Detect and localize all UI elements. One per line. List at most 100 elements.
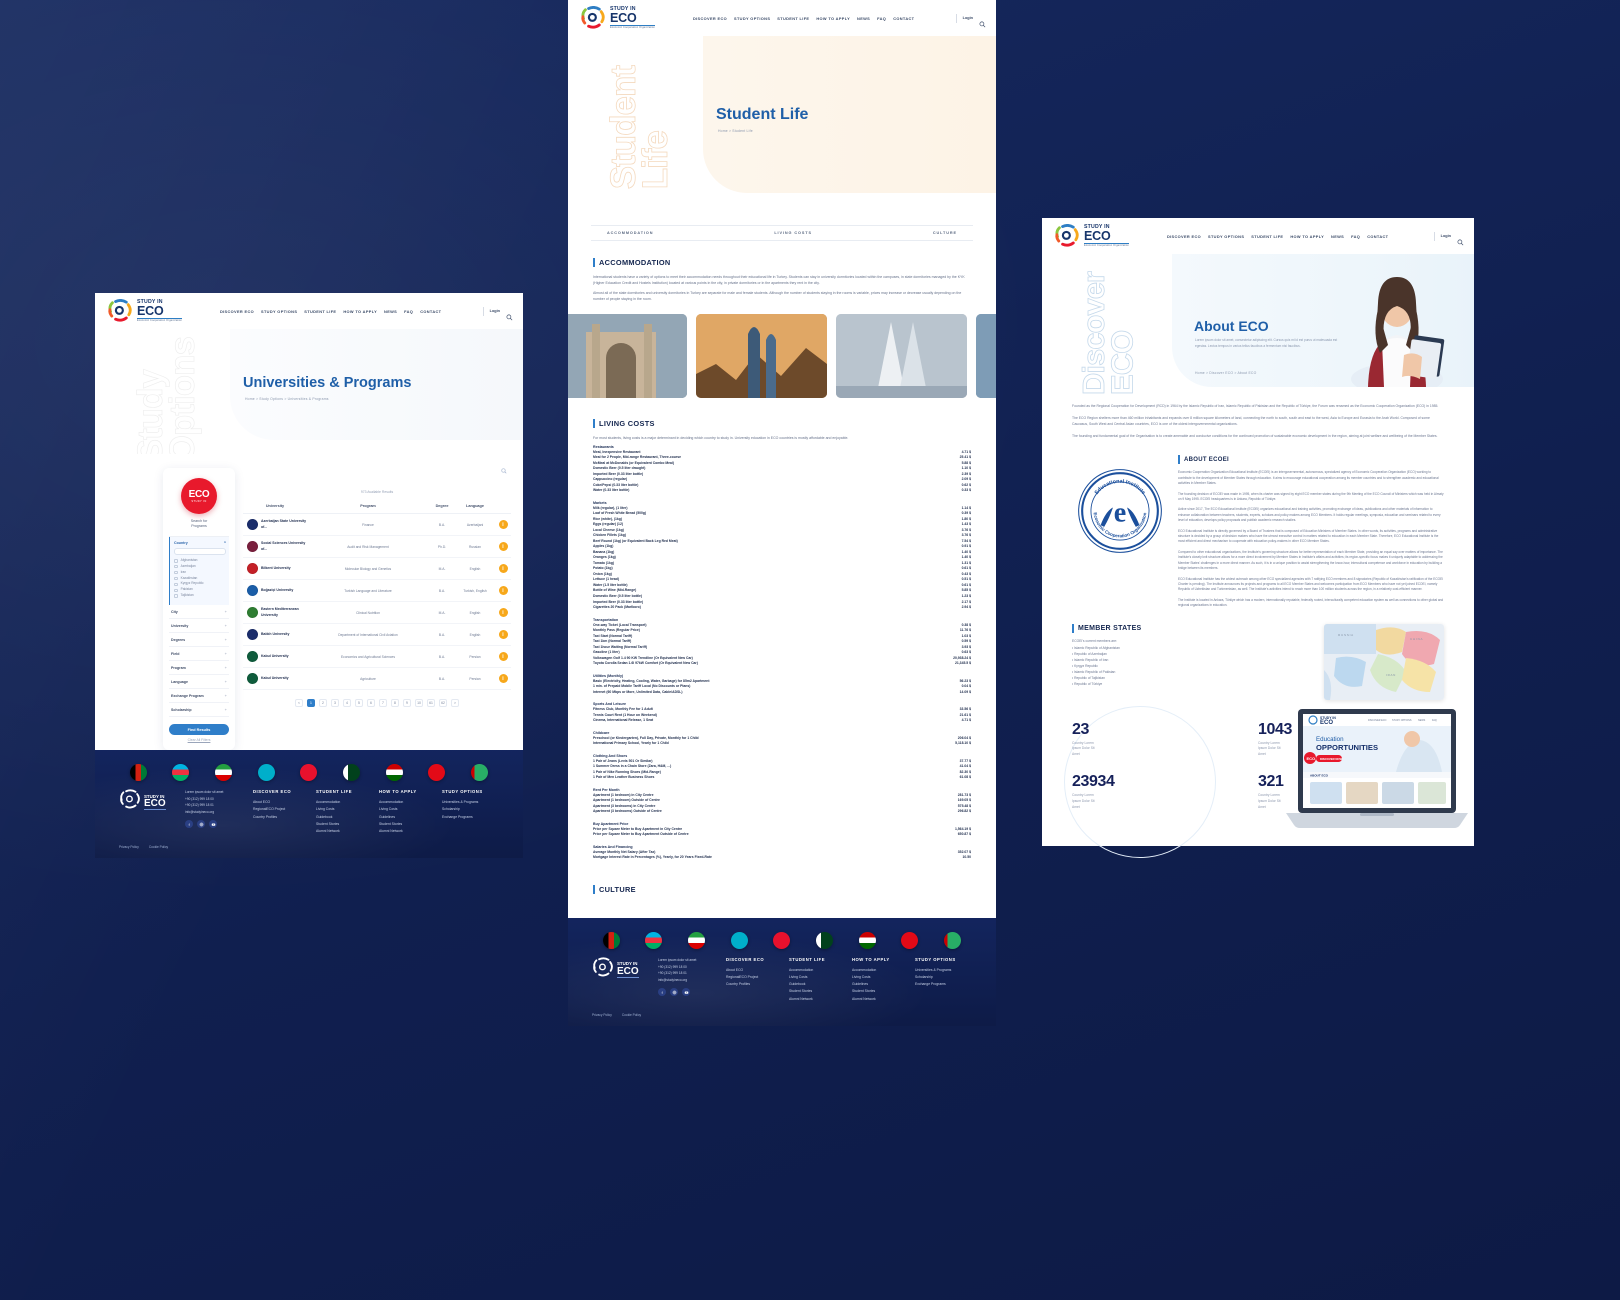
footer-link[interactable]: Living Costs [789,974,846,981]
search-icon[interactable] [979,15,986,27]
brand-logo[interactable]: STUDY IN ECO Economic Cooperation Organi… [1054,224,1129,248]
table-row[interactable]: Boğaziçi University Turkish Language and… [243,580,511,602]
row-action-button[interactable]: i [498,674,508,683]
chevron-down-icon[interactable]: + [225,623,227,628]
nav-item-study-options[interactable]: STUDY OPTIONS [261,309,297,314]
footer-link[interactable]: Accommodation [852,967,909,974]
chevron-down-icon[interactable]: + [225,651,227,656]
chevron-down-icon[interactable]: + [225,609,227,614]
anchor-accommodation[interactable]: ACCOMMODATION [607,231,653,235]
search-icon[interactable] [1457,233,1464,245]
footer-link[interactable]: Universities & Programs [442,799,499,806]
footer-email[interactable]: info@studyineco.org [185,809,247,816]
checkbox-icon[interactable] [174,570,178,575]
table-row[interactable]: Bilkent University Molecular Biology and… [243,558,511,580]
row-action-button[interactable]: i [498,564,508,573]
country-search-input[interactable] [174,547,226,555]
footer-link[interactable]: About ECO [726,967,783,974]
row-action-button[interactable]: i [498,586,508,595]
chevron-down-icon[interactable]: + [225,665,227,670]
row-action-button[interactable]: i [498,608,508,617]
checkbox-icon[interactable] [174,558,178,563]
footer-link[interactable]: Scholarship [442,806,499,813]
page-9[interactable]: 9 [403,699,411,707]
nav-item-news[interactable]: NEWS [1331,234,1344,239]
chevron-down-icon[interactable]: + [225,707,227,712]
col-language[interactable]: Language [455,504,495,508]
table-row[interactable]: Kabul University Economics and Agricultu… [243,646,511,668]
brand-logo[interactable]: STUDY IN ECO Economic Cooperation Organi… [107,299,182,323]
nav-item-contact[interactable]: CONTACT [420,309,441,314]
nav-item-student-life[interactable]: STUDENT LIFE [304,309,336,314]
col-university[interactable]: University [243,504,307,508]
nav-item-news[interactable]: NEWS [384,309,397,314]
footer-link[interactable]: Exchange Programs [915,981,972,988]
nav-item-faq[interactable]: FAQ [404,309,413,314]
page-61[interactable]: 61 [427,699,435,707]
cookie-policy-link[interactable]: Cookie Policy [622,1013,641,1017]
col-program[interactable]: Program [307,504,429,508]
photo-thumbnail[interactable] [836,313,967,398]
row-action-button[interactable]: i [498,542,508,551]
nav-item-student-life[interactable]: STUDENT LIFE [1251,234,1283,239]
footer-link[interactable]: Universities & Programs [915,967,972,974]
cookie-policy-link[interactable]: Cookie Policy [149,845,168,849]
privacy-policy-link[interactable]: Privacy Policy [119,845,139,849]
youtube-icon[interactable] [209,820,217,829]
login-link[interactable]: Login [490,309,500,313]
nav-item-discover-eco[interactable]: DISCOVER ECO [1167,234,1201,239]
table-row[interactable]: Balıkh University Department of Internat… [243,624,511,646]
search-icon[interactable] [506,308,513,320]
nav-item-how-to-apply[interactable]: HOW TO APPLY [1290,234,1324,239]
filter-degrees[interactable]: Degrees + [169,633,229,648]
footer-link[interactable]: Alumni Network [316,828,373,835]
login-link[interactable]: Login [1441,234,1451,238]
row-action-button[interactable]: i [498,630,508,639]
row-action-button[interactable]: i [498,652,508,661]
filter-scholarship[interactable]: Scholarship + [169,703,229,718]
footer-link[interactable]: Accommodation [316,799,373,806]
page-next[interactable]: > [451,699,459,707]
table-row[interactable]: Eastern Mediterranean University Clinica… [243,602,511,624]
instagram-icon[interactable] [670,988,678,997]
footer-link[interactable]: Alumni Network [852,996,909,1003]
photo-thumbnail[interactable] [568,313,687,398]
nav-item-contact[interactable]: CONTACT [1367,234,1388,239]
filter-exchange-program[interactable]: Exchange Program + [169,689,229,704]
privacy-policy-link[interactable]: Privacy Policy [592,1013,612,1017]
nav-item-study-options[interactable]: STUDY OPTIONS [734,16,770,21]
filter-field[interactable]: Field + [169,647,229,662]
nav-item-contact[interactable]: CONTACT [893,16,914,21]
footer-link[interactable]: Living Costs [316,806,373,813]
row-action-button[interactable]: i [498,520,508,529]
page-7[interactable]: 7 [379,699,387,707]
footer-link[interactable]: About ECO [253,799,310,806]
nav-item-discover-eco[interactable]: DISCOVER ECO [220,309,254,314]
country-option[interactable]: Tajikistan [174,593,226,599]
table-row[interactable]: Kabul University Agriculture B.A. Persia… [243,668,511,690]
page-62[interactable]: 62 [439,699,447,707]
photo-thumbnail[interactable] [976,313,996,398]
facebook-icon[interactable]: f [185,820,193,829]
footer-link[interactable]: Living Costs [379,806,436,813]
footer-link[interactable]: Alumni Network [379,828,436,835]
results-search-icon[interactable] [243,468,511,474]
footer-link[interactable]: Exchange Programs [442,814,499,821]
page-2[interactable]: 2 [319,699,327,707]
footer-link[interactable]: Country Profiles [253,814,310,821]
filter-university[interactable]: University + [169,619,229,634]
chevron-down-icon[interactable]: + [225,679,227,684]
nav-item-student-life[interactable]: STUDENT LIFE [777,16,809,21]
footer-link[interactable]: Alumni Network [789,996,846,1003]
table-row[interactable]: Social Sciences University of... Audit a… [243,536,511,558]
filter-city[interactable]: City + [169,605,229,620]
filter-language[interactable]: Language + [169,675,229,690]
find-results-button[interactable]: Find Results [169,724,229,736]
checkbox-icon[interactable] [174,594,178,599]
youtube-icon[interactable] [682,988,690,997]
footer-link[interactable]: Country Profiles [726,981,783,988]
table-row[interactable]: Azerbaijan State University of... Financ… [243,514,511,536]
footer-link[interactable]: Accommodation [789,967,846,974]
page-10[interactable]: 10 [415,699,423,707]
footer-link[interactable]: Living Costs [852,974,909,981]
